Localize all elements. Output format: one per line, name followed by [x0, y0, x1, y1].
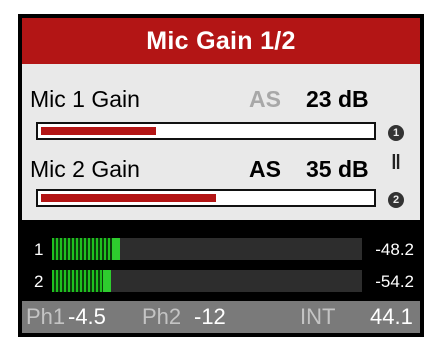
meter-2-track [52, 270, 362, 292]
phantom1-value: -4.5 [68, 304, 106, 329]
phantom2-value: -12 [194, 304, 226, 329]
mic1-gain-bar[interactable] [36, 122, 376, 140]
meter-2-fill [52, 270, 103, 292]
mic2-gain-value: 35 dB [306, 156, 369, 182]
phantom1-label: Ph1 [26, 304, 66, 329]
device-screen: Mic Gain 1/2 Mic 1 Gain AS 23 dB 1 ‖ Mic… [18, 14, 424, 337]
mic1-gain-label: Mic 1 Gain [30, 86, 140, 112]
meter-2-label: 2 [34, 272, 44, 291]
meter-1-fill [52, 238, 112, 260]
gain-panel: Mic 1 Gain AS 23 dB 1 ‖ Mic 2 Gain AS 35… [22, 64, 420, 220]
mic1-gain-value: 23 dB [306, 86, 369, 112]
encoder-1-icon: 1 [388, 125, 404, 141]
page-title-text: Mic Gain 1/2 [146, 26, 296, 55]
mic1-autoset-indicator[interactable]: AS [249, 86, 281, 113]
channel-link-icon: ‖ [391, 152, 401, 174]
mic2-gain-bar[interactable] [36, 189, 376, 207]
clock-source-label: INT [300, 304, 336, 329]
page-title: Mic Gain 1/2 [22, 18, 420, 64]
meter-1-peak [112, 238, 120, 260]
mic2-autoset-indicator[interactable]: AS [249, 156, 281, 183]
status-bar: Ph1 -4.5 Ph2 -12 INT 44.1 [22, 301, 420, 333]
mic1-gain-fill [41, 127, 156, 135]
level-meters: 1 -48.2 2 -54.2 [22, 222, 420, 302]
sample-rate-value: 44.1 [370, 304, 413, 329]
encoder-2-icon: 2 [388, 192, 404, 208]
meter-1-value: -48.2 [375, 240, 414, 259]
mic2-gain-fill [41, 194, 216, 202]
meter-1-track [52, 238, 362, 260]
meter-1-label: 1 [34, 240, 44, 259]
mic2-gain-label: Mic 2 Gain [30, 156, 140, 182]
meter-2-value: -54.2 [375, 272, 414, 291]
phantom2-label: Ph2 [142, 304, 182, 329]
meter-2-peak [103, 270, 111, 292]
